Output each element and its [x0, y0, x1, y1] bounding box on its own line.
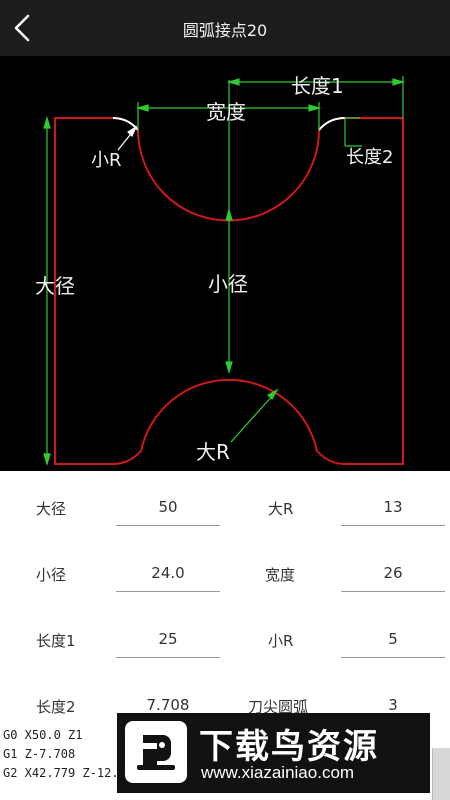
length2-dimension: [344, 117, 362, 147]
big-r-input[interactable]: 13: [341, 498, 445, 516]
field-label: 大R: [268, 500, 294, 518]
tool-nose-radius-input[interactable]: 3: [341, 696, 445, 714]
field-label: 小R: [268, 632, 294, 650]
bird-logo-icon: [125, 721, 187, 783]
length1-input[interactable]: 25: [116, 630, 220, 648]
form-row: 长度1 25 小R 5: [0, 603, 450, 669]
input-underline: [341, 591, 445, 592]
title-bar: 圆弧接点20: [0, 0, 450, 56]
form-row: 大径 50 大R 13: [0, 471, 450, 537]
page-title: 圆弧接点20: [182, 21, 268, 40]
small-diameter-input[interactable]: 24.0: [116, 564, 220, 582]
input-underline: [116, 525, 220, 526]
label-length2: 长度2: [346, 147, 394, 168]
label-length1: 长度1: [291, 74, 344, 98]
watermark-url: www.xiazainiao.com: [201, 763, 355, 782]
length2-input[interactable]: 7.708: [116, 696, 220, 714]
input-underline: [116, 591, 220, 592]
big-r-leader: [230, 388, 279, 443]
label-small-r: 小R: [91, 150, 122, 171]
label-big-r: 大R: [196, 440, 230, 464]
label-big-diameter: 大径: [35, 274, 75, 298]
small-r-arc-right: [318, 117, 346, 131]
watermark: 下载鸟资源 www.xiazainiao.com: [117, 713, 430, 793]
small-r-leader: [117, 125, 138, 151]
field-label: 小径: [36, 566, 67, 584]
label-small-diameter: 小径: [208, 272, 248, 296]
small-r-input[interactable]: 5: [341, 630, 445, 648]
parameter-form: 大径 50 大R 13 小径 24.0 宽度 26 长度1 25 小R 5 长度…: [0, 471, 450, 731]
input-underline: [341, 525, 445, 526]
label-width: 宽度: [206, 100, 246, 124]
form-row: 小径 24.0 宽度 26: [0, 537, 450, 603]
big-diameter-input[interactable]: 50: [116, 498, 220, 516]
field-label: 长度1: [36, 632, 76, 650]
width-input[interactable]: 26: [341, 564, 445, 582]
field-label: 宽度: [265, 566, 296, 584]
field-label: 大径: [36, 500, 67, 518]
input-underline: [116, 657, 220, 658]
side-action-button[interactable]: [432, 748, 450, 800]
input-underline: [341, 657, 445, 658]
field-label: 长度2: [36, 698, 76, 716]
part-diagram: 长度1 宽度 小R 长度2 大径 小径 大R: [0, 56, 450, 471]
watermark-title: 下载鸟资源: [199, 727, 379, 767]
